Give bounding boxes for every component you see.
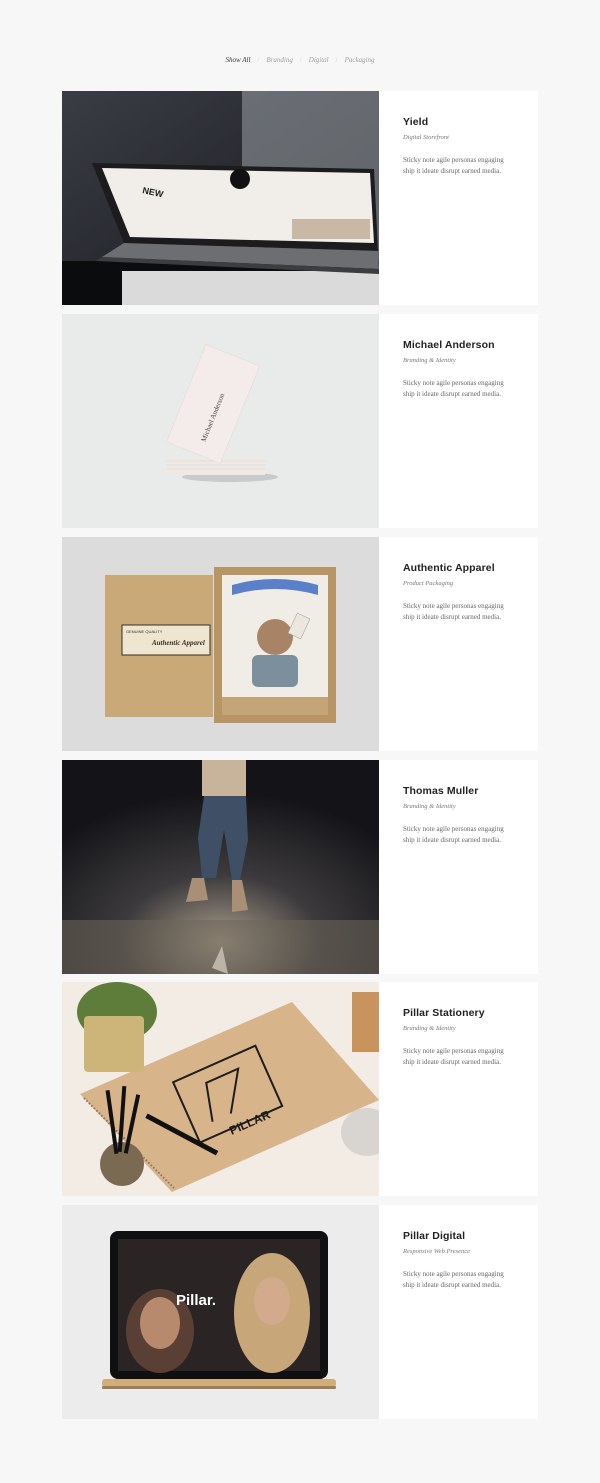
project-category: Branding & Identity (403, 357, 456, 364)
filter-branding[interactable]: Branding (266, 56, 292, 64)
project-category: Branding & Identity (403, 1025, 456, 1032)
project-info: Thomas Muller Branding & Identity Sticky… (403, 785, 523, 846)
project-description: Sticky note agile personas engaging ship… (403, 602, 504, 621)
project-category: Responsive Web Presence (403, 1248, 471, 1255)
project-category: Product Packaging (403, 580, 454, 587)
label-small-text: GENUINE QUALITY (126, 629, 163, 634)
project-card-pillar-digital[interactable]: Pillar. Pillar Digital Responsive Web Pr… (62, 1205, 538, 1419)
project-image-yield[interactable]: NEW (62, 91, 379, 305)
project-card-thomas-muller[interactable]: Thomas Muller Branding & Identity Sticky… (62, 760, 538, 974)
filter-show-all[interactable]: Show All (225, 56, 250, 64)
project-card-yield[interactable]: NEW Yield Digital Storefront Sticky note… (62, 91, 538, 305)
project-title[interactable]: Pillar Stationery (403, 1007, 523, 1019)
project-card-michael-anderson[interactable]: Michael Anderson Michael Anderson Brandi… (62, 314, 538, 528)
project-card-authentic-apparel[interactable]: GENUINE QUALITY Authentic Apparel Authen… (62, 537, 538, 751)
project-image-pillar-digital[interactable]: Pillar. (62, 1205, 379, 1419)
pillar-site-text: Pillar. (176, 1292, 216, 1309)
filter-separator: / (257, 56, 260, 64)
project-info: Yield Digital Storefront Sticky note agi… (403, 116, 523, 177)
filter-separator: / (335, 56, 338, 64)
project-description: Sticky note agile personas engaging ship… (403, 156, 504, 175)
label-brand-text: Authentic Apparel (151, 639, 205, 647)
project-image-michael-anderson[interactable]: Michael Anderson (62, 314, 379, 528)
portfolio-filter-bar: Show All / Branding / Digital / Packaging (0, 56, 600, 64)
project-image-authentic-apparel[interactable]: GENUINE QUALITY Authentic Apparel (62, 537, 379, 751)
project-category: Digital Storefront (403, 134, 449, 141)
filter-digital[interactable]: Digital (309, 56, 329, 64)
project-category: Branding & Identity (403, 803, 456, 810)
project-info: Pillar Digital Responsive Web Presence S… (403, 1230, 523, 1291)
project-title[interactable]: Authentic Apparel (403, 562, 523, 574)
project-description: Sticky note agile personas engaging ship… (403, 825, 504, 844)
project-card-pillar-stationery[interactable]: PILLAR Pillar Stationery Branding & Iden… (62, 982, 538, 1196)
project-image-pillar-stationery[interactable]: PILLAR (62, 982, 379, 1196)
project-image-thomas-muller[interactable] (62, 760, 379, 974)
project-info: Pillar Stationery Branding & Identity St… (403, 1007, 523, 1068)
project-description: Sticky note agile personas engaging ship… (403, 379, 504, 398)
project-info: Michael Anderson Branding & Identity Sti… (403, 339, 523, 400)
project-title[interactable]: Pillar Digital (403, 1230, 523, 1242)
project-description: Sticky note agile personas engaging ship… (403, 1270, 504, 1289)
project-title[interactable]: Yield (403, 116, 523, 128)
project-title[interactable]: Michael Anderson (403, 339, 523, 351)
project-info: Authentic Apparel Product Packaging Stic… (403, 562, 523, 623)
filter-separator: / (299, 56, 302, 64)
project-description: Sticky note agile personas engaging ship… (403, 1047, 504, 1066)
filter-packaging[interactable]: Packaging (345, 56, 375, 64)
project-title[interactable]: Thomas Muller (403, 785, 523, 797)
